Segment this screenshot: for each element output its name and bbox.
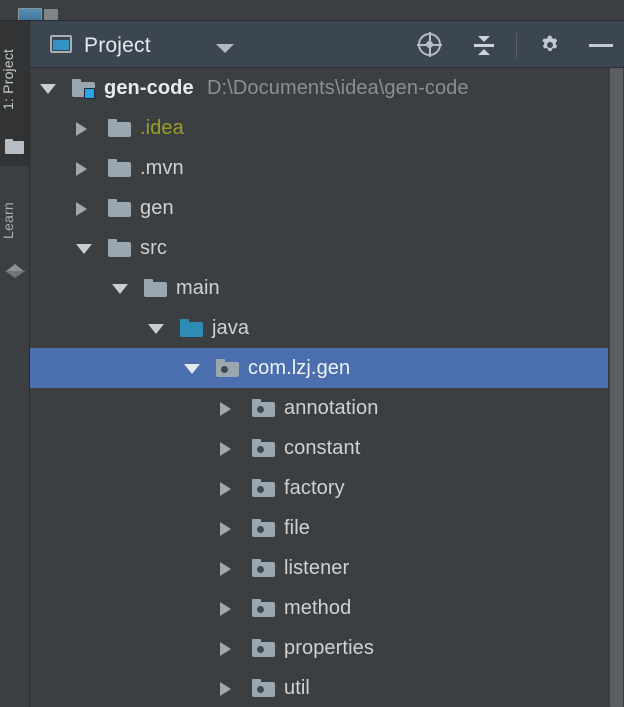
expander-expand-icon[interactable] — [76, 202, 87, 216]
tree-row-path: D:\Documents\idea\gen-code — [207, 77, 469, 99]
tree-row[interactable]: util — [30, 668, 624, 707]
sidebar-tab-learn-label: Learn — [0, 202, 16, 240]
package-icon — [252, 399, 275, 418]
tree-row-label: main — [176, 277, 220, 299]
top-menu-strip — [0, 0, 624, 21]
expander-expand-icon[interactable] — [220, 682, 231, 696]
toolbar-divider — [516, 33, 517, 58]
expander-expand-icon[interactable] — [220, 562, 231, 576]
collapse-all-icon — [473, 34, 495, 56]
expander-collapse-icon[interactable] — [184, 364, 200, 374]
package-icon — [216, 359, 239, 378]
tree-row-label: factory — [284, 477, 345, 499]
tree-row[interactable]: method — [30, 588, 624, 628]
page-title: Project — [84, 34, 151, 57]
gear-icon — [539, 34, 561, 56]
tree-row[interactable]: file — [30, 508, 624, 548]
package-icon — [252, 599, 275, 618]
package-icon — [252, 479, 275, 498]
expander-expand-icon[interactable] — [76, 162, 87, 176]
tree-row[interactable]: gen — [30, 188, 624, 228]
tree-row[interactable]: constant — [30, 428, 624, 468]
expander-expand-icon[interactable] — [220, 522, 231, 536]
tree-row[interactable]: factory — [30, 468, 624, 508]
source-icon — [180, 319, 203, 338]
expander-expand-icon[interactable] — [76, 122, 87, 136]
expander-expand-icon[interactable] — [220, 602, 231, 616]
tree-row[interactable]: gen-code D:\Documents\idea\gen-code — [30, 68, 624, 108]
graduation-cap-icon — [5, 264, 25, 279]
tree-row-label: java — [212, 317, 250, 339]
tree-row-label: constant — [284, 437, 361, 459]
tree-row[interactable]: com.lzj.gen — [30, 348, 624, 388]
crosshair-icon — [417, 32, 442, 57]
tree-row-label: properties — [284, 637, 374, 659]
sidebar-tab-project[interactable]: 1: Project — [0, 21, 29, 166]
module-icon — [72, 79, 95, 99]
scrollbar-thumb[interactable] — [610, 68, 623, 707]
tree-row-label: .mvn — [140, 157, 184, 179]
tree-row-label: com.lzj.gen — [248, 357, 351, 379]
folder-icon — [108, 159, 131, 178]
tree-row-label: gen-code — [104, 77, 194, 99]
tree-row-label: gen — [140, 197, 174, 219]
collapse-all-button[interactable] — [470, 33, 498, 57]
expander-expand-icon[interactable] — [220, 642, 231, 656]
package-icon — [252, 559, 275, 578]
tree-row[interactable]: java — [30, 308, 624, 348]
tree-row-label: .idea — [140, 117, 184, 139]
tree-row-label: src — [140, 237, 167, 259]
project-tool-window: 1: Project Learn Project gen-code D:\Doc… — [0, 0, 624, 707]
tree-row-label: util — [284, 677, 310, 699]
package-icon — [252, 439, 275, 458]
sidebar-tab-project-label: 1: Project — [0, 48, 16, 110]
tree-row[interactable]: main — [30, 268, 624, 308]
chevron-down-icon[interactable] — [216, 44, 234, 53]
tree-row-label: file — [284, 517, 310, 539]
tree-row[interactable]: .idea — [30, 108, 624, 148]
hide-panel-button[interactable] — [588, 33, 616, 57]
folder-icon — [108, 199, 131, 218]
folder-icon — [108, 119, 131, 138]
expander-collapse-icon[interactable] — [112, 284, 128, 294]
tree-row-label: listener — [284, 557, 350, 579]
expander-collapse-icon[interactable] — [148, 324, 164, 334]
tool-window-bar-left: 1: Project Learn — [0, 21, 30, 707]
tree-row[interactable]: annotation — [30, 388, 624, 428]
app-logo-icon — [18, 8, 42, 20]
expander-collapse-icon[interactable] — [76, 244, 92, 254]
tree-row[interactable]: listener — [30, 548, 624, 588]
package-icon — [252, 639, 275, 658]
package-icon — [252, 519, 275, 538]
settings-button[interactable] — [536, 33, 564, 57]
project-panel-icon — [50, 35, 72, 53]
project-tree[interactable]: gen-code D:\Documents\idea\gen-code .idea.… — [30, 68, 624, 707]
vertical-scrollbar[interactable] — [608, 68, 624, 707]
tree-row-label: annotation — [284, 397, 379, 419]
tree-row-label: method — [284, 597, 352, 619]
package-icon — [252, 679, 275, 698]
folder-icon — [144, 279, 167, 298]
toolbar-partial-icon — [44, 9, 58, 20]
expander-expand-icon[interactable] — [220, 482, 231, 496]
folder-icon — [108, 239, 131, 258]
sidebar-tab-learn[interactable]: Learn — [0, 186, 29, 311]
expander-expand-icon[interactable] — [220, 442, 231, 456]
locate-in-tree-button[interactable] — [416, 32, 444, 57]
panel-header: Project — [30, 21, 624, 68]
folder-icon — [5, 139, 24, 154]
tree-row[interactable]: .mvn — [30, 148, 624, 188]
tree-row[interactable]: src — [30, 228, 624, 268]
expander-collapse-icon[interactable] — [40, 84, 56, 94]
expander-expand-icon[interactable] — [220, 402, 231, 416]
tree-row[interactable]: properties — [30, 628, 624, 668]
minimize-icon — [589, 44, 613, 47]
